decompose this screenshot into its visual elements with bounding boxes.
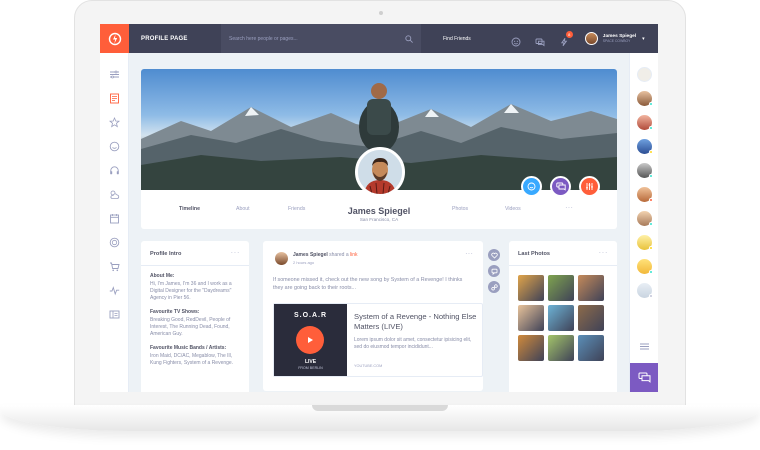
- logo[interactable]: [100, 24, 129, 53]
- page-title: PROFILE PAGE: [141, 35, 188, 42]
- tv-shows-text: Breaking Good, RedDevil, People of Inter…: [150, 317, 231, 337]
- embed-source: YOUTUBE.COM: [354, 364, 383, 368]
- notifications-icon[interactable]: 8: [559, 30, 573, 46]
- embed-title[interactable]: System of a Revenge - Nothing Else Matte…: [354, 312, 479, 332]
- link-embed[interactable]: S.O.A.R LIVE FROM BERLIN System of a Rev…: [273, 303, 483, 377]
- about-me-label: About Me:: [150, 273, 175, 279]
- notification-badge: 8: [565, 30, 573, 38]
- logo-icon: [108, 32, 121, 45]
- about-me-text: Hi, I'm James, I'm 36 and I work as a Di…: [150, 281, 232, 301]
- chat-settings-icon[interactable]: [639, 339, 650, 357]
- shopping-cart-icon[interactable]: [109, 259, 120, 272]
- widget-more-button[interactable]: ···: [599, 248, 609, 257]
- comment-icon: [491, 268, 497, 275]
- search-icon[interactable]: [405, 34, 413, 43]
- right-sidebar: [629, 53, 658, 392]
- friend-avatar[interactable]: [637, 235, 653, 250]
- post-action: shared a: [329, 252, 349, 258]
- thumb-live: LIVE: [304, 359, 317, 365]
- divider: [509, 265, 617, 266]
- photo-thumbnail[interactable]: [548, 275, 574, 301]
- share-icon: [490, 283, 498, 290]
- headphones-icon[interactable]: [109, 163, 120, 175]
- newsfeed-icon[interactable]: [109, 91, 120, 104]
- messages-icon[interactable]: [535, 34, 545, 46]
- music-text: Iron Maid, DC/AC, Megablow, The Ill, Kun…: [150, 353, 234, 366]
- friend-requests-icon[interactable]: [511, 34, 521, 46]
- widget-title: Last Photos: [518, 251, 551, 257]
- search-input[interactable]: [229, 35, 389, 42]
- photo-thumbnail[interactable]: [548, 305, 574, 331]
- photo-thumbnail[interactable]: [548, 335, 574, 361]
- photo-thumbnail[interactable]: [518, 275, 544, 301]
- photo-thumbnail[interactable]: [518, 305, 544, 331]
- manage-widgets-icon[interactable]: [109, 307, 120, 319]
- stats-icon[interactable]: [109, 283, 120, 296]
- friend-avatar[interactable]: [637, 139, 653, 154]
- friend-avatar[interactable]: [637, 163, 653, 178]
- find-friends-link[interactable]: Find Friends: [443, 36, 471, 42]
- top-bar: PROFILE PAGE Find Friends 8 James Spiege…: [100, 24, 658, 53]
- post-author-avatar[interactable]: [275, 252, 288, 265]
- star-icon[interactable]: [108, 115, 121, 128]
- post-more-button[interactable]: ···: [465, 249, 473, 258]
- left-sidebar: [100, 53, 129, 392]
- post-card: James Spiegel shared a link 2 hours ago …: [263, 241, 483, 391]
- play-icon[interactable]: [296, 326, 324, 354]
- screen: PROFILE PAGE Find Friends 8 James Spiege…: [100, 24, 658, 392]
- profile-header: Timeline About Friends Photos Videos ···…: [141, 69, 617, 229]
- thumb-subtitle: FROM BERLIN: [298, 366, 323, 370]
- photo-thumbnail[interactable]: [578, 275, 604, 301]
- friend-avatar[interactable]: [637, 115, 653, 130]
- friend-avatar[interactable]: [637, 91, 653, 106]
- share-button[interactable]: [488, 281, 500, 293]
- friend-avatar[interactable]: [637, 283, 653, 298]
- last-photos-widget: Last Photos ···: [509, 241, 617, 392]
- widget-title: Profile Intro: [150, 251, 182, 257]
- heart-icon: [490, 252, 498, 259]
- laptop-notch: [312, 405, 448, 411]
- like-button[interactable]: [488, 249, 500, 261]
- weather-icon[interactable]: [109, 187, 120, 199]
- friend-avatar[interactable]: [637, 67, 652, 82]
- menu-toggle-icon[interactable]: [109, 67, 120, 79]
- post-author-name[interactable]: James Spiegel: [293, 252, 328, 258]
- user-status: SPACE COWBOY: [602, 39, 631, 43]
- chevron-down-icon[interactable]: ▾: [642, 36, 645, 42]
- post-link-word[interactable]: link: [350, 252, 358, 258]
- music-label: Favourite Music Bands / Artists:: [150, 345, 227, 351]
- badges-icon[interactable]: [109, 235, 120, 248]
- calendar-icon[interactable]: [109, 211, 120, 224]
- photo-thumbnail[interactable]: [518, 335, 544, 361]
- post-text: If someone missed it, check out the new …: [273, 277, 463, 291]
- divider: [141, 265, 249, 266]
- photo-thumbnail[interactable]: [578, 305, 604, 331]
- friend-avatar[interactable]: [637, 211, 653, 226]
- laptop-mockup: PROFILE PAGE Find Friends 8 James Spiege…: [0, 0, 760, 450]
- profile-name: James Spiegel: [347, 206, 411, 216]
- avatar: [584, 32, 598, 45]
- search-bar: [221, 24, 421, 53]
- user-menu[interactable]: James Spiegel SPACE COWBOY ▾: [584, 32, 645, 45]
- post-time: 2 hours ago: [293, 260, 315, 265]
- friend-avatar[interactable]: [637, 187, 653, 202]
- widget-more-button[interactable]: ···: [231, 248, 241, 257]
- happy-faces-icon[interactable]: [109, 139, 120, 152]
- chat-icon: [638, 372, 651, 383]
- profile-location: San Francisco, CA: [359, 217, 399, 222]
- embed-thumbnail[interactable]: S.O.A.R LIVE FROM BERLIN: [274, 304, 347, 376]
- post-meta: James Spiegel shared a link: [293, 252, 358, 258]
- photo-thumbnail[interactable]: [578, 335, 604, 361]
- embed-description: Lorem ipsum dolor sit amet, consectetur …: [354, 337, 472, 350]
- profile-intro-widget: Profile Intro ··· About Me: Hi, I'm Jame…: [141, 241, 249, 392]
- comment-button[interactable]: [488, 265, 500, 277]
- chat-button[interactable]: [630, 363, 658, 392]
- camera: [379, 11, 383, 15]
- thumb-title: S.O.A.R: [293, 312, 328, 319]
- friend-avatar[interactable]: [637, 259, 653, 274]
- tv-shows-label: Favourite TV Shows:: [150, 309, 200, 315]
